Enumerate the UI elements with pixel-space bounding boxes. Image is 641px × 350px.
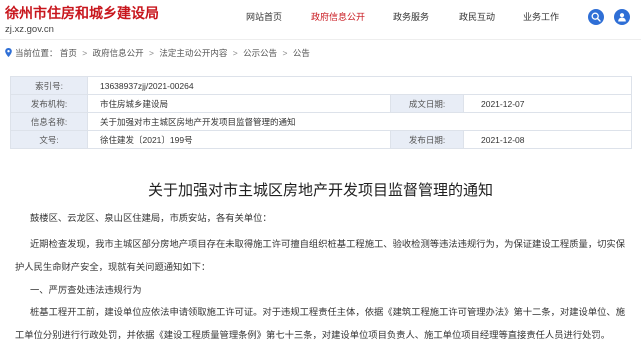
nav-item-gov-info[interactable]: 政府信息公开 [311, 11, 365, 23]
site-header: 徐州市住房和城乡建设局 zj.xz.gov.cn 网站首页 政府信息公开 政务服… [0, 0, 641, 40]
location-pin-icon [5, 48, 12, 57]
table-row: 文号: 徐住建发〔2021〕199号 发布日期: 2021-12-08 [10, 130, 632, 149]
table-row: 发布机构: 市住房城乡建设局 成文日期: 2021-12-07 [10, 94, 632, 113]
breadcrumb-separator: > [282, 48, 288, 58]
written-date-label: 成文日期: [390, 94, 464, 113]
table-row: 索引号: 13638937zjj/2021-00264 [10, 76, 632, 95]
nav-item-business[interactable]: 业务工作 [523, 11, 559, 23]
breadcrumb-gov-info[interactable]: 政府信息公开 [93, 48, 144, 58]
index-value: 13638937zjj/2021-00264 [87, 76, 632, 95]
article-title: 关于加强对市主城区房地产开发项目监督管理的通知 [147, 181, 493, 199]
table-row: 信息名称: 关于加强对市主城区房地产开发项目监督管理的通知 [10, 112, 632, 131]
doc-number-value: 徐住建发〔2021〕199号 [87, 130, 391, 149]
nav-item-services[interactable]: 政务服务 [393, 11, 429, 23]
publish-date-label: 发布日期: [390, 130, 464, 149]
written-date-value: 2021-12-07 [463, 94, 632, 113]
publisher-value: 市住房城乡建设局 [87, 94, 391, 113]
publisher-label: 发布机构: [10, 94, 88, 113]
nav-item-interaction[interactable]: 政民互动 [459, 11, 495, 23]
breadcrumb-home[interactable]: 首页 [60, 48, 77, 58]
search-button[interactable] [588, 9, 604, 25]
breadcrumb-announcements[interactable]: 公示公告 [243, 48, 277, 58]
info-name-label: 信息名称: [10, 112, 88, 131]
publish-date-value: 2021-12-08 [463, 130, 632, 149]
article-line: 近期检查发现，我市主城区部分房地产项目存在未取得施工许可擅自组织桩基工程施工、验… [30, 239, 626, 250]
breadcrumb-prefix: 当前位置： [15, 48, 58, 58]
article-line: 护人民生命财产安全，现就有关问题通知如下： [15, 262, 211, 273]
breadcrumb-statutory-disclosure[interactable]: 法定主动公开内容 [159, 48, 227, 58]
article-section-heading: 一、严厉查处违法违规行为 [30, 285, 142, 296]
breadcrumb-separator: > [149, 48, 154, 58]
search-icon [591, 12, 601, 22]
article-line: 工单位分别进行行政处罚，并依据《建设工程质量管理条例》第七十三条，对建设单位项目… [15, 330, 611, 341]
article-line: 鼓楼区、云龙区、泉山区住建局，市质安站，各有关单位： [30, 213, 272, 224]
site-domain: zj.xz.gov.cn [5, 24, 54, 35]
article-line: 桩基工程开工前，建设单位应依法申请领取施工许可证。对于违规工程责任主体，依据《建… [30, 307, 626, 318]
site-title[interactable]: 徐州市住房和城乡建设局 [5, 4, 159, 22]
nav-item-home[interactable]: 网站首页 [246, 11, 282, 23]
user-icon [618, 13, 626, 22]
doc-number-label: 文号: [10, 130, 88, 149]
breadcrumb-notice[interactable]: 公告 [293, 48, 310, 58]
user-button[interactable] [614, 9, 630, 25]
index-label: 索引号: [10, 76, 88, 95]
info-name-value: 关于加强对市主城区房地产开发项目监督管理的通知 [87, 112, 632, 131]
breadcrumb-separator: > [82, 48, 88, 58]
breadcrumb: 当前位置： 首页 > 政府信息公开 > 法定主动公开内容 > 公示公告 > 公告 [5, 47, 310, 59]
breadcrumb-separator: > [232, 48, 238, 58]
info-metadata-table: 索引号: 13638937zjj/2021-00264 发布机构: 市住房城乡建… [10, 76, 632, 149]
